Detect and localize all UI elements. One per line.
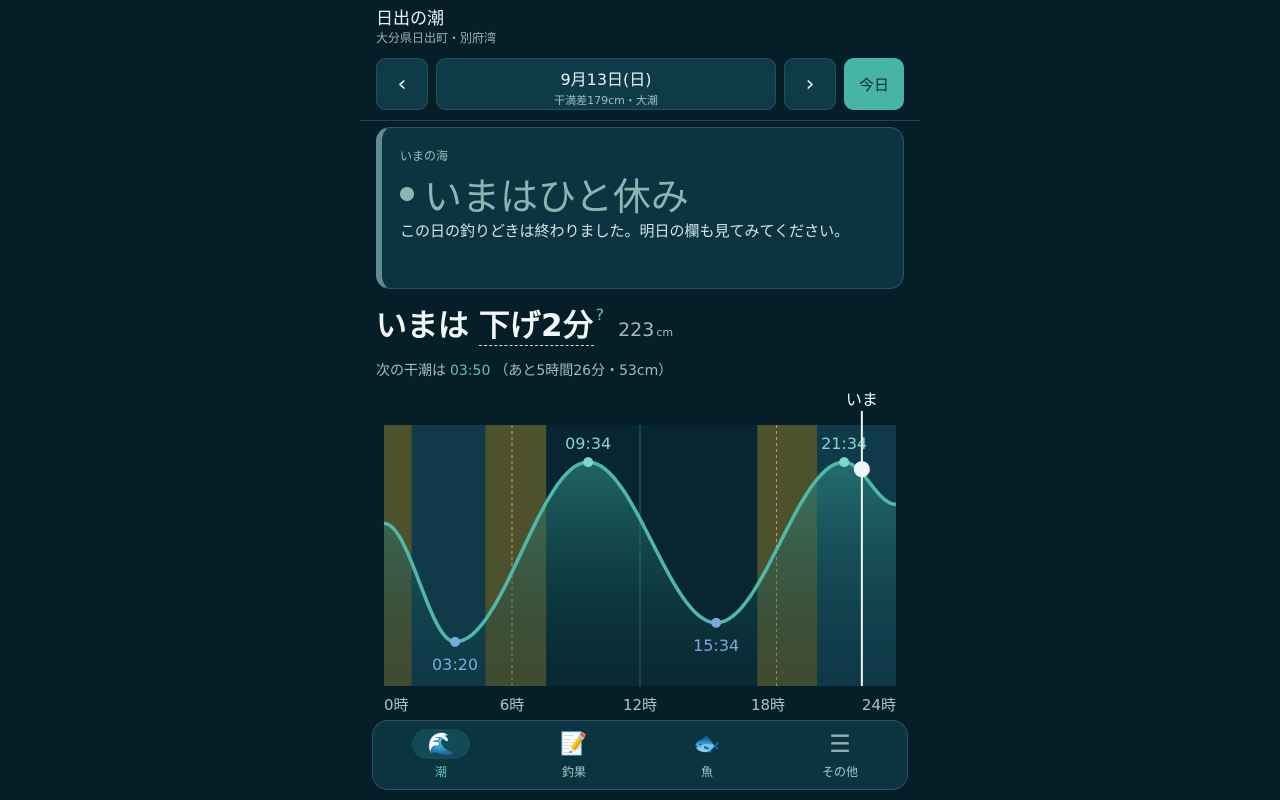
header-divider: [360, 120, 920, 121]
high-tide-label: 09:34: [565, 434, 611, 453]
help-icon[interactable]: ?: [596, 305, 605, 324]
sea-status-description: この日の釣りどきは終わりました。明日の欄も見てみてください。: [400, 222, 850, 240]
tide-range-label: 干満差179cm・大潮: [554, 94, 658, 107]
date-label: 9月13日(日): [560, 70, 652, 89]
x-tick-label: 6時: [500, 696, 525, 714]
high-tide-label: 21:34: [821, 434, 867, 453]
wave-icon: 🌊: [412, 729, 470, 759]
menu-icon: ☰: [829, 730, 851, 758]
next-day-button[interactable]: ›: [784, 58, 836, 110]
x-tick-label: 12時: [623, 696, 657, 714]
sea-status-text: いまはひと休み: [424, 175, 689, 219]
low-tide-label: 03:20: [432, 655, 478, 674]
nav-label: 魚: [700, 765, 713, 779]
high-tide-point: [583, 457, 594, 468]
x-tick-label: 24時: [862, 696, 896, 714]
sea-status-label: いまの海: [400, 149, 449, 163]
sea-status-card: いまの海 いまはひと休み この日の釣りどきは終わりました。明日の欄も見てみてくだ…: [376, 127, 904, 289]
low-tide-point: [450, 636, 461, 647]
header: 日出の潮 大分県日出町・別府湾: [376, 8, 496, 46]
x-tick-label: 0時: [384, 696, 409, 714]
today-button[interactable]: 今日: [844, 58, 904, 110]
tide-phase[interactable]: 下げ2分: [479, 307, 594, 346]
low-tide-label: 15:34: [693, 636, 739, 655]
now-marker: [853, 461, 870, 478]
now-label: いま: [846, 390, 878, 409]
tide-chart: 03:20 09:34 15:34 21:34 いま 0時 6時 12時 18時 24時: [383, 390, 897, 714]
current-tide-row: いまは 下げ2分 ? 223 cm: [376, 300, 674, 346]
x-tick-label: 18時: [751, 696, 785, 714]
nav-tide[interactable]: 🌊 潮: [381, 721, 501, 791]
date-navigation: ‹ 9月13日(日) 干満差179cm・大潮 › 今日: [376, 58, 904, 110]
nav-label: 潮: [434, 765, 447, 779]
nav-other[interactable]: ☰ その他: [780, 721, 900, 791]
nav-label: 釣果: [561, 765, 586, 779]
now-prefix: いまは: [376, 308, 469, 344]
prev-day-button[interactable]: ‹: [376, 58, 428, 110]
bottom-navigation: 🌊 潮 📝 釣果 🐟 魚 ☰ その他: [372, 720, 908, 790]
low-tide-point: [711, 617, 722, 628]
memo-icon: 📝: [560, 731, 588, 757]
status-dot-icon: [400, 186, 414, 201]
tide-app: 日出の潮 大分県日出町・別府湾 ‹ 9月13日(日) 干満差179cm・大潮 ›…: [360, 0, 920, 800]
nav-catch-log[interactable]: 📝 釣果: [514, 721, 634, 791]
current-height: 223: [618, 319, 655, 341]
nav-label: その他: [821, 765, 858, 779]
location-label: 大分県日出町・別府湾: [376, 31, 497, 45]
app-title: 日出の潮: [376, 9, 444, 29]
next-tide-time: 03:50: [450, 363, 491, 379]
height-unit: cm: [656, 326, 674, 339]
next-tide-prefix: 次の干潮は: [376, 363, 446, 379]
high-tide-point: [839, 457, 850, 468]
sea-status-title: いまはひと休み: [400, 166, 689, 221]
date-display[interactable]: 9月13日(日) 干満差179cm・大潮: [436, 58, 776, 110]
fish-icon: 🐟: [693, 731, 721, 757]
next-tide-detail: （あと5時間26分・53cm）: [494, 363, 673, 379]
nav-fish[interactable]: 🐟 魚: [647, 721, 767, 791]
next-tide-info: 次の干潮は 03:50 （あと5時間26分・53cm）: [376, 360, 672, 380]
